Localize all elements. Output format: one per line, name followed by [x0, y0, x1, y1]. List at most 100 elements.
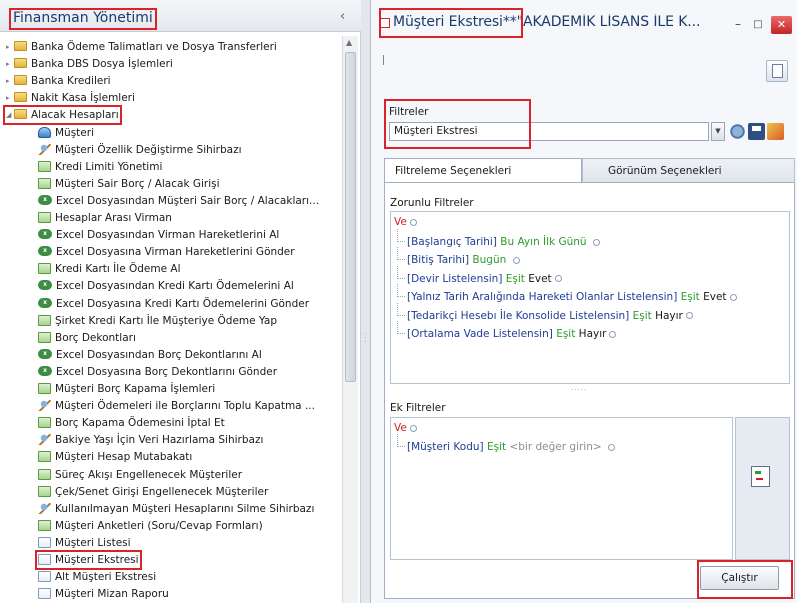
condition-value[interactable]: Hayır [655, 310, 683, 322]
tree-item[interactable]: Borç Dekontları [38, 331, 136, 345]
add-condition-icon[interactable] [608, 443, 616, 451]
wizard-icon [38, 502, 51, 514]
add-condition-icon[interactable] [729, 293, 737, 301]
wizard-icon [38, 434, 51, 446]
tree-item[interactable]: Kredi Limiti Yönetimi [38, 160, 162, 174]
tree-item[interactable]: ▸ Banka DBS Dosya İşlemleri [6, 57, 173, 71]
expander-icon[interactable]: ▸ [6, 74, 14, 88]
tree-item-label: Alt Müşteri Ekstresi [55, 571, 157, 584]
tree-item[interactable]: x Excel Dosyasına Kredi Kartı Ödemelerini… [38, 297, 309, 311]
scroll-up-arrow-icon[interactable]: ▲ [346, 38, 352, 47]
excel-icon: x [38, 280, 52, 291]
filter-condition[interactable]: [Tedarikçi Hesebı İle Konsolide Listelen… [407, 310, 693, 323]
add-condition-icon[interactable] [554, 275, 562, 283]
tree-item[interactable]: Müşteri Özellik Değiştirme Sihirbazı [38, 143, 242, 157]
expander-icon[interactable]: ▸ [6, 57, 14, 71]
gear-icon[interactable] [729, 123, 746, 140]
tree-scrollbar[interactable]: ▲ [342, 36, 358, 603]
wizard-icon [38, 143, 51, 155]
tree-item[interactable]: x Excel Dosyasına Borç Dekontlarını Gönde… [38, 365, 277, 379]
condition-field: [Devir Listelensin] [407, 272, 503, 285]
condition-comparator: Eşit [632, 309, 652, 322]
tree-item[interactable]: Borç Kapama Ödemesini İptal Et [38, 416, 225, 430]
filter-condition[interactable]: [Başlangıç Tarihi] Bu Ayın İlk Günü [407, 236, 600, 249]
tree-item[interactable]: x Excel Dosyasından Virman Hareketlerini … [38, 228, 279, 242]
add-condition-icon[interactable] [409, 424, 417, 432]
add-condition-icon[interactable] [592, 238, 600, 246]
condition-field: [Yalnız Tarih Aralığında Hareketi Olanla… [407, 291, 678, 304]
condition-value[interactable]: Evet [528, 273, 551, 285]
maximize-button[interactable]: □ [751, 18, 765, 32]
delete-filter-icon[interactable] [767, 123, 784, 140]
folder-icon [14, 109, 27, 120]
close-button[interactable]: ✕ [771, 16, 792, 34]
tree-connector [397, 284, 405, 298]
filter-condition[interactable]: [Devir Listelensin] Eşit Evet [407, 273, 562, 286]
tree-item-label: Excel Dosyasından Müşteri Sair Borç / Al… [56, 194, 320, 207]
tree-item[interactable]: Müşteri Ödemeleri ile Borçlarını Toplu K… [38, 399, 315, 413]
tree-item-label: Müşteri [55, 126, 94, 139]
tree-item-label: Nakit Kasa İşlemleri [31, 92, 135, 105]
panel-splitter[interactable]: · · · [361, 0, 370, 603]
tree-item[interactable]: x Excel Dosyasından Borç Dekontlarını Al [38, 348, 262, 362]
tree-item[interactable]: Müşteri Hesap Mutabakatı [38, 450, 192, 464]
mandatory-operator[interactable]: Ve [394, 216, 417, 229]
tree-item[interactable]: Bakiye Yaşı İçin Veri Hazırlama Sihirbaz… [38, 433, 263, 447]
tree-item[interactable]: ▸ Banka Kredileri [6, 74, 111, 88]
tree-item[interactable]: Alt Müşteri Ekstresi [38, 570, 156, 584]
tab-filter-options[interactable]: Filtreleme Seçenekleri [384, 158, 582, 183]
tab-view-options[interactable]: Görünüm Seçenekleri [582, 158, 795, 183]
condition-field: [Tedarikçi Hesebı İle Konsolide Listelen… [407, 309, 630, 322]
tree-item[interactable]: x Excel Dosyasından Müşteri Sair Borç / A… [38, 194, 319, 208]
tree-item[interactable]: Şirket Kredi Kartı İle Müşteriye Ödeme Y… [38, 314, 277, 328]
condition-value[interactable]: <bir değer girin> [509, 441, 601, 453]
form-icon [38, 177, 51, 189]
save-icon[interactable] [748, 123, 765, 140]
chevron-down-icon[interactable]: ▼ [711, 122, 725, 141]
tree-item-label: Kredi Kartı İle Ödeme Al [55, 263, 181, 276]
form-icon [38, 263, 51, 275]
collapse-panel-icon[interactable]: ‹ [340, 9, 345, 24]
tree-item[interactable]: Müşteri Mizan Raporu [38, 587, 169, 601]
form-icon [38, 383, 51, 394]
filter-condition[interactable]: [Müşteri Kodu] Eşit <bir değer girin> [407, 441, 616, 454]
run-button[interactable]: Çalıştır [700, 566, 779, 590]
tree-item[interactable]: Müşteri Anketleri (Soru/Cevap Formları) [38, 519, 263, 533]
tree-item[interactable]: Müşteri Listesi [38, 536, 131, 550]
tree-item[interactable]: Süreç Akışı Engellenecek Müşteriler [38, 468, 242, 482]
condition-value[interactable]: Evet [703, 291, 726, 303]
tree-item[interactable]: Müşteri [38, 126, 94, 140]
expander-icon[interactable]: ▸ [6, 40, 14, 54]
tree-item[interactable]: Kredi Kartı İle Ödeme Al [38, 262, 181, 276]
minimize-button[interactable]: – [731, 18, 745, 32]
tree-item[interactable]: ▸ Nakit Kasa İşlemleri [6, 91, 135, 105]
expander-icon[interactable]: ▸ [6, 91, 14, 105]
tree-item[interactable]: Kullanılmayan Müşteri Hesaplarını Silme … [38, 502, 314, 516]
filter-splitter[interactable]: ····· [571, 386, 587, 394]
filter-condition[interactable]: [Bitiş Tarihi] Bugün [407, 254, 520, 267]
filter-condition[interactable]: [Ortalama Vade Listelensin] Eşit Hayır [407, 328, 617, 341]
tree-item-label: Borç Kapama Ödemesini İptal Et [55, 417, 225, 430]
page-icon [38, 554, 51, 565]
condition-value[interactable]: Hayır [579, 328, 607, 340]
tree-item[interactable]: Hesaplar Arası Virman [38, 211, 172, 225]
filter-wizard-icon[interactable] [751, 466, 770, 487]
tree-item-highlighted[interactable]: Müşteri Ekstresi [35, 550, 142, 570]
add-condition-icon[interactable] [609, 330, 617, 338]
options-tabs: Filtreleme Seçenekleri Görünüm Seçenekle… [384, 158, 795, 183]
add-condition-icon[interactable] [512, 256, 520, 264]
expander-icon[interactable]: ◢ [6, 108, 14, 122]
tree-item[interactable]: ▸ Banka Ödeme Talimatları ve Dosya Transf… [6, 40, 277, 54]
report-preview-icon[interactable] [766, 60, 788, 82]
add-condition-icon[interactable] [685, 312, 693, 320]
filter-condition[interactable]: [Yalnız Tarih Aralığında Hareketi Olanla… [407, 291, 737, 304]
scrollbar-thumb[interactable] [345, 52, 356, 382]
add-condition-icon[interactable] [409, 218, 417, 226]
tree-item[interactable]: Müşteri Sair Borç / Alacak Girişi [38, 177, 220, 191]
tree-item-highlighted[interactable]: ◢ Alacak Hesapları [3, 105, 122, 126]
tree-item[interactable]: Çek/Senet Girişi Engellenecek Müşteriler [38, 485, 268, 499]
tree-item[interactable]: x Excel Dosyasından Kredi Kartı Ödemeleri… [38, 279, 294, 293]
filters-select[interactable]: Müşteri Ekstresi [389, 122, 709, 141]
tree-item[interactable]: Müşteri Borç Kapama İşlemleri [38, 382, 215, 396]
tree-item[interactable]: x Excel Dosyasına Virman Hareketlerini Gö… [38, 245, 295, 259]
